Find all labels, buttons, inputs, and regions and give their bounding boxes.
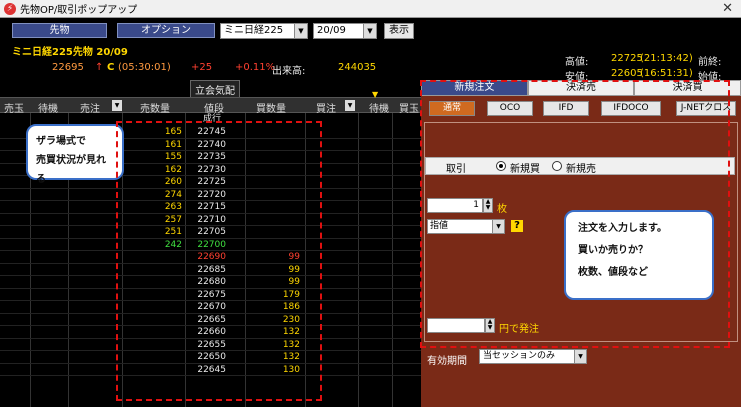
board-callout: ザラ場式で 売買状況が見れる [26,124,124,185]
expiry-value: 当セッションのみ [483,351,556,361]
month-select-value: 20/09 [317,25,346,36]
change-percent: +0.11% [235,62,276,73]
header-sell-wait: 待機 [38,104,58,115]
chevron-down-icon: ▼ [294,24,307,38]
high-value: 22725 [611,53,643,64]
board-callout-line-1: ザラ場式で [36,136,86,147]
futures-button[interactable]: 先物 [12,23,107,38]
chevron-down-icon: ▼ [363,24,376,38]
prev-close-label: 前終: [698,57,722,68]
show-button[interactable]: 表示 [384,23,414,39]
low-time: (16:51:31) [640,68,693,79]
board-callout-line-2: 売買状況が見れる [36,155,106,185]
product-select-value: ミニ日経225 [224,25,284,36]
header-sell-qty: 売数量 [140,104,170,115]
volume-label: 出来高: [272,66,306,77]
order-highlight-box [420,80,730,348]
change-value: +25 [191,62,213,73]
header-sell-position: 売玉 [4,104,24,115]
last-price: 22695 [52,62,84,73]
instrument-name: ミニ日経225先物 20/09 [12,47,128,58]
chevron-down-icon[interactable]: ▼ [112,100,122,111]
product-select[interactable]: ミニ日経225 ▼ [220,23,308,39]
chevron-down-icon[interactable]: ▼ [345,100,355,111]
header-buy-order: 買注 [316,104,336,115]
window-title: 先物OP/取引ポップアップ [20,5,138,16]
up-arrow-icon: ↑ [95,62,104,73]
app-icon: ⚡ [4,2,16,15]
header-buy-position: 買玉 [399,104,419,115]
options-button[interactable]: オプション [117,23,215,38]
title-bar: ⚡ 先物OP/取引ポップアップ ✕ [0,0,741,18]
board-highlight-box [116,121,322,401]
triangle-down-icon: ▼ [372,90,379,99]
board-header: 売玉 待機 売注 ▼ 売数量 値段 買数量 買注 ▼ 待機 買玉 [0,97,421,115]
high-label: 高値: [565,57,589,68]
high-time: (21:13:42) [640,53,693,64]
expiry-select[interactable]: 当セッションのみ ▼ [479,349,587,364]
price-time: (05:30:01) [118,62,171,73]
month-select[interactable]: 20/09 ▼ [313,23,377,39]
low-value: 22605 [611,68,643,79]
close-icon[interactable]: ✕ [722,1,733,16]
header-buy-wait: 待機 [369,104,389,115]
volume-value: 244035 [338,62,377,73]
expiry-label: 有効期間 [427,356,467,367]
chevron-down-icon: ▼ [574,350,586,363]
header-buy-qty: 買数量 [256,104,286,115]
c-label: C [107,62,115,73]
header-sell-order: 売注 [80,104,100,115]
